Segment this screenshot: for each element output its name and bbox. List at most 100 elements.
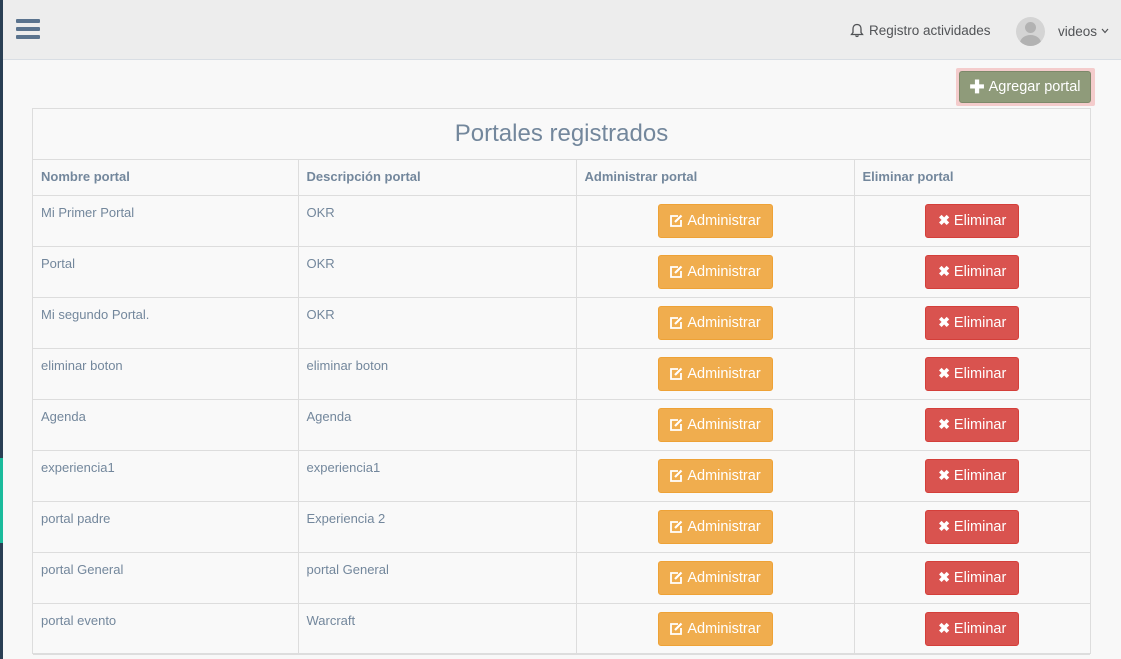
administer-button[interactable]: Administrar [657, 560, 773, 595]
delete-button[interactable]: ✖ Eliminar [925, 305, 1020, 340]
admin-cell: Administrar [576, 399, 855, 451]
portal-description: OKR [298, 297, 577, 349]
administer-button[interactable]: Administrar [657, 407, 773, 442]
add-portal-label: Agregar portal [988, 79, 1081, 95]
add-portal-button[interactable]: ✚ Agregar portal [959, 71, 1091, 103]
delete-cell: ✖ Eliminar [854, 195, 1090, 247]
admin-cell: Administrar [576, 603, 855, 655]
delete-button[interactable]: ✖ Eliminar [925, 560, 1020, 595]
table-row: Agenda Agenda Administrar ✖ Eliminar [33, 399, 1090, 451]
times-icon: ✖ [938, 620, 950, 636]
administer-label: Administrar [687, 518, 761, 535]
portal-description: Warcraft [298, 603, 577, 655]
administer-button[interactable]: Administrar [657, 611, 773, 646]
column-header-admin: Administrar portal [576, 160, 855, 196]
delete-cell: ✖ Eliminar [854, 297, 1090, 349]
top-navbar: Registro actividades videos [3, 0, 1121, 60]
edit-icon [670, 520, 683, 533]
portal-description: OKR [298, 246, 577, 298]
chevron-down-icon [1101, 28, 1109, 34]
table-row: portal evento Warcraft Administrar ✖ Elimina… [33, 603, 1090, 655]
times-icon: ✖ [938, 212, 950, 228]
portal-name: Mi segundo Portal. [33, 297, 299, 349]
administer-label: Administrar [687, 314, 761, 331]
times-icon: ✖ [938, 467, 950, 483]
portal-description: Agenda [298, 399, 577, 451]
administer-button[interactable]: Administrar [657, 254, 773, 289]
bell-icon [850, 23, 864, 37]
administer-label: Administrar [687, 365, 761, 382]
portal-name: portal evento [33, 603, 299, 655]
administer-button[interactable]: Administrar [657, 356, 773, 391]
delete-label: Eliminar [953, 467, 1007, 484]
admin-cell: Administrar [576, 450, 855, 502]
activity-log-label: Registro actividades [869, 22, 991, 38]
administer-label: Administrar [687, 569, 761, 586]
activity-log-link[interactable]: Registro actividades [850, 20, 991, 40]
page-title: Portales registrados [33, 109, 1090, 160]
portal-description: OKR [298, 195, 577, 247]
sidebar-active-indicator [0, 458, 3, 543]
admin-cell: Administrar [576, 501, 855, 553]
delete-label: Eliminar [953, 569, 1007, 586]
delete-cell: ✖ Eliminar [854, 501, 1090, 553]
table-row: eliminar boton eliminar boton Administrar ✖… [33, 348, 1090, 400]
user-menu[interactable]: videos [1016, 16, 1109, 46]
delete-cell: ✖ Eliminar [854, 348, 1090, 400]
delete-cell: ✖ Eliminar [854, 450, 1090, 502]
administer-label: Administrar [687, 620, 761, 637]
portal-description: portal General [298, 552, 577, 604]
delete-button[interactable]: ✖ Eliminar [925, 509, 1020, 544]
administer-button[interactable]: Administrar [657, 305, 773, 340]
times-icon: ✖ [938, 314, 950, 330]
administer-button[interactable]: Administrar [657, 203, 773, 238]
column-header-description: Descripción portal [298, 160, 577, 196]
table-row: portal padre Experiencia 2 Administrar ✖ Eli… [33, 501, 1090, 553]
times-icon: ✖ [938, 569, 950, 585]
administer-button[interactable]: Administrar [657, 509, 773, 544]
column-header-name: Nombre portal [33, 160, 299, 196]
table-row: portal General portal General Administrar ✖… [33, 552, 1090, 604]
delete-button[interactable]: ✖ Eliminar [925, 203, 1020, 238]
delete-cell: ✖ Eliminar [854, 552, 1090, 604]
delete-button[interactable]: ✖ Eliminar [925, 254, 1020, 289]
table-row: Portal OKR Administrar ✖ Eliminar [33, 246, 1090, 298]
admin-cell: Administrar [576, 297, 855, 349]
delete-label: Eliminar [953, 314, 1007, 331]
edit-icon [670, 622, 683, 635]
edit-icon [670, 316, 683, 329]
delete-cell: ✖ Eliminar [854, 399, 1090, 451]
username: videos [1058, 23, 1098, 39]
delete-cell: ✖ Eliminar [854, 246, 1090, 298]
delete-button[interactable]: ✖ Eliminar [925, 458, 1020, 493]
portal-name: eliminar boton [33, 348, 299, 400]
delete-label: Eliminar [953, 518, 1007, 535]
portal-description: eliminar boton [298, 348, 577, 400]
delete-button[interactable]: ✖ Eliminar [925, 407, 1020, 442]
delete-label: Eliminar [953, 416, 1007, 433]
portals-panel: Portales registrados Nombre portal Descr… [32, 108, 1091, 655]
delete-label: Eliminar [953, 263, 1007, 280]
portal-name: portal General [33, 552, 299, 604]
times-icon: ✖ [938, 365, 950, 381]
admin-cell: Administrar [576, 246, 855, 298]
times-icon: ✖ [938, 518, 950, 534]
delete-button[interactable]: ✖ Eliminar [925, 356, 1020, 391]
hamburger-icon[interactable] [16, 19, 40, 41]
delete-button[interactable]: ✖ Eliminar [925, 611, 1020, 646]
portal-name: experiencia1 [33, 450, 299, 502]
portal-name: portal padre [33, 501, 299, 553]
edit-icon [670, 367, 683, 380]
administer-label: Administrar [687, 263, 761, 280]
admin-cell: Administrar [576, 348, 855, 400]
delete-label: Eliminar [953, 620, 1007, 637]
table-row: experiencia1 experiencia1 Administrar ✖ Elim… [33, 450, 1090, 502]
user-avatar-icon [1016, 16, 1045, 46]
times-icon: ✖ [938, 263, 950, 279]
edit-icon [670, 418, 683, 431]
portal-name: Portal [33, 246, 299, 298]
admin-cell: Administrar [576, 195, 855, 247]
table-header-row: Nombre portal Descripción portal Adminis… [33, 160, 1090, 196]
sidebar-edge [0, 0, 3, 659]
administer-button[interactable]: Administrar [657, 458, 773, 493]
